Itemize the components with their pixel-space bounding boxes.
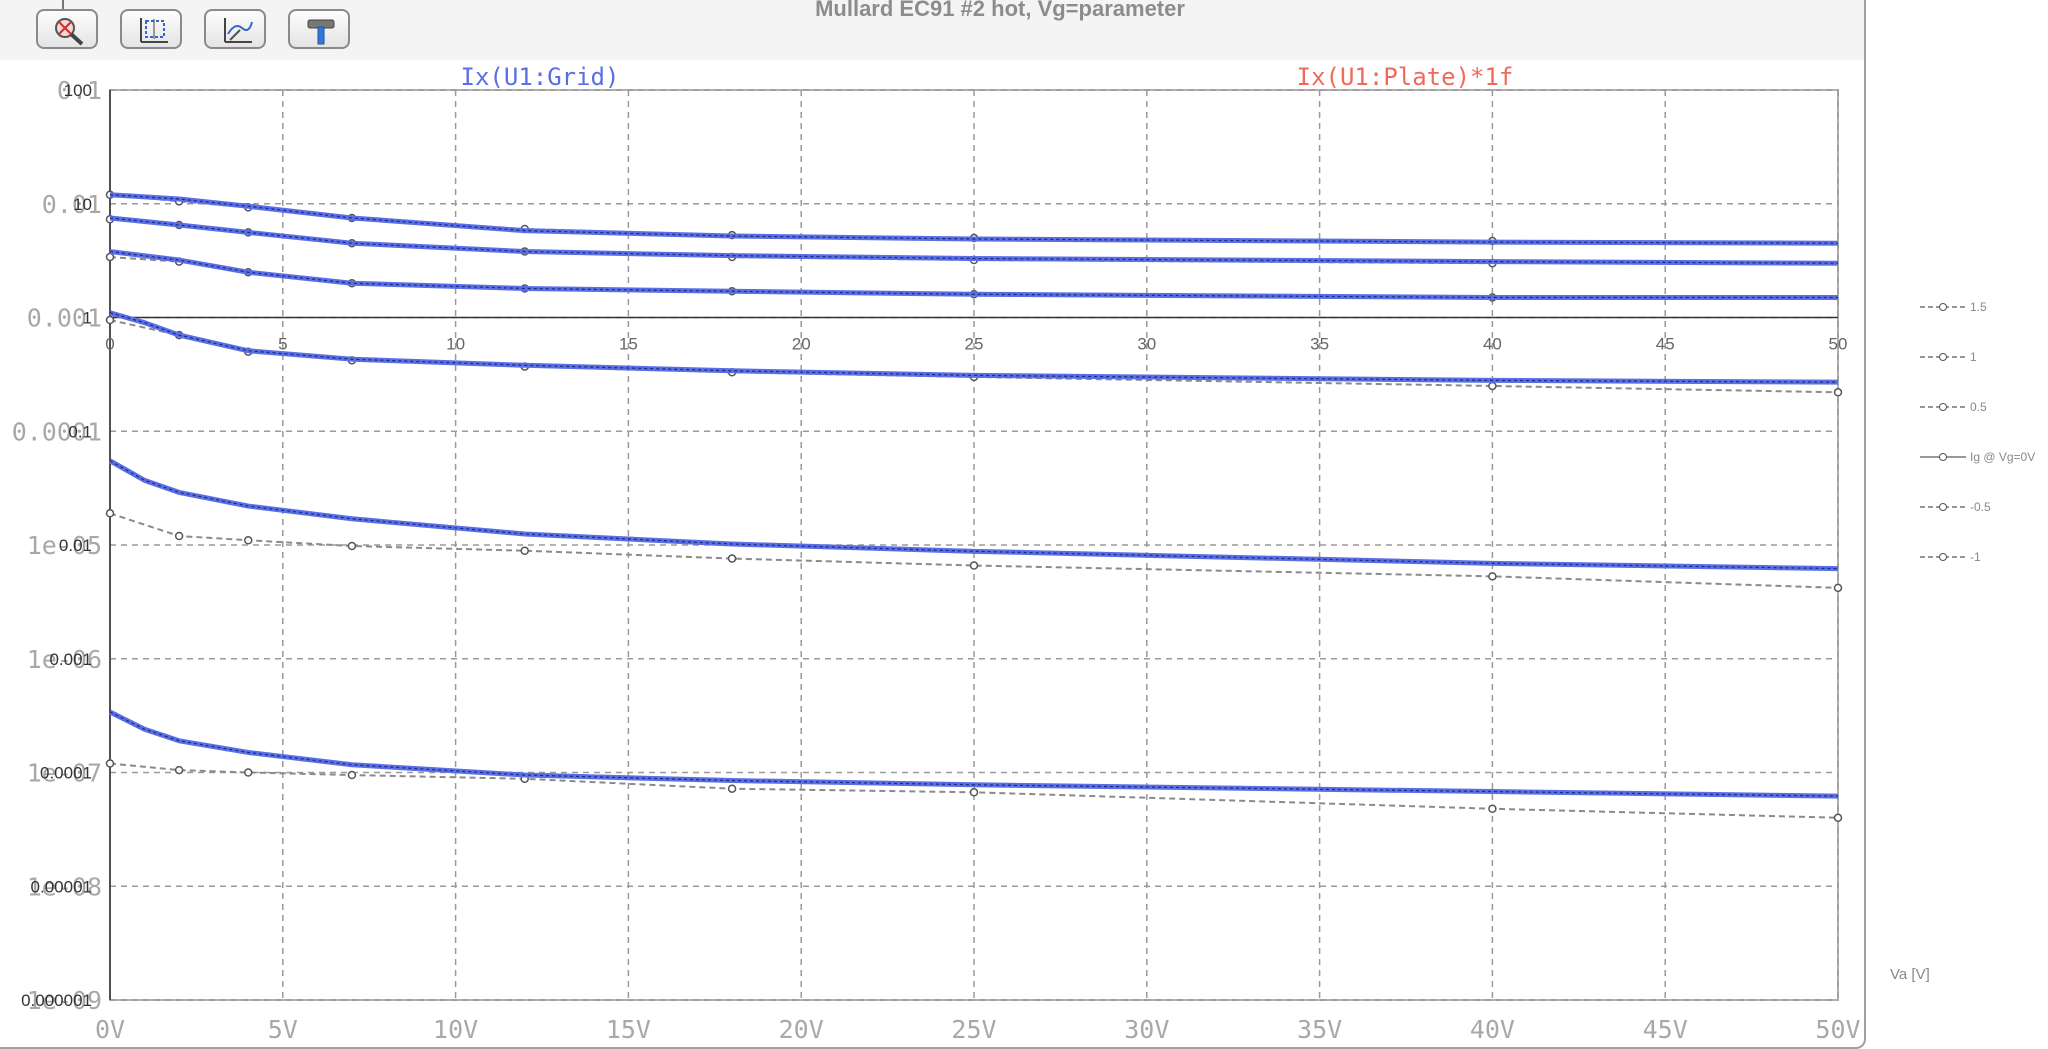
measured-point [243, 536, 253, 545]
y-tick-label-meas: 0.00001 [31, 877, 92, 896]
x-tick-label-sim: 15V [606, 1015, 651, 1044]
measured-point [727, 554, 737, 563]
y-tick-label-meas: 0.001 [49, 650, 92, 669]
x-tick-label-meas: 35 [1310, 335, 1329, 354]
y-tick-label-sim: 0.01 [42, 190, 102, 219]
measured-point [105, 315, 115, 325]
legend-swatch-icon [1920, 553, 1966, 561]
x-tick-label-meas: 5 [278, 335, 287, 354]
x-tick-label-meas: 15 [619, 335, 638, 354]
legend-label: 1 [1970, 350, 1977, 364]
y-tick-label-meas: 1 [83, 309, 92, 328]
x-tick-label-meas: 20 [792, 335, 811, 354]
measured-point [520, 546, 529, 556]
legend-swatch-icon [1920, 453, 1966, 461]
measured-point [969, 561, 979, 570]
y-tick-label-meas: 10 [73, 195, 92, 214]
measured-point [105, 252, 115, 262]
x-tick-label-meas: 45 [1656, 335, 1675, 354]
trace-label: Ix(U1:Plate)*1f [1297, 63, 1514, 91]
y-tick-label-meas: 100 [64, 81, 92, 100]
measured-point [174, 531, 184, 541]
legend-label: -0.5 [1970, 500, 1991, 514]
x-tick-label-meas: 30 [1137, 335, 1156, 354]
x-tick-label-sim: 35V [1297, 1015, 1342, 1044]
legend-label: Ig @ Vg=0V [1970, 450, 2036, 464]
measured-x-axis-label: Va [V] [1890, 966, 1930, 983]
measured-point [174, 765, 184, 775]
legend-swatch-icon [1920, 353, 1966, 361]
x-tick-label-sim: 20V [779, 1015, 824, 1044]
plot-window: Mullard EC91 #2 hot, Vg=parameter 0.1 0.0… [0, 0, 1866, 1049]
x-tick-label-sim: 5V [268, 1015, 298, 1044]
measured-point [243, 768, 253, 777]
measured-point [1833, 388, 1843, 397]
measured-point [969, 788, 979, 797]
measured-point [1833, 813, 1843, 823]
legend-swatch-icon [1920, 303, 1966, 311]
x-tick-label-meas: 25 [965, 335, 984, 354]
measured-point [1488, 572, 1497, 581]
y-tick-label-meas: 0.1 [68, 422, 92, 441]
measured-point [1488, 804, 1497, 814]
measured-point [347, 541, 357, 551]
x-tick-label-meas: 50 [1829, 335, 1848, 354]
legend-label: 0.5 [1970, 400, 1987, 414]
measured-point [1488, 381, 1497, 391]
x-tick-label-meas: 40 [1483, 335, 1502, 354]
y-tick-label-meas: 0.01 [59, 536, 92, 555]
x-tick-label-sim: 25V [951, 1015, 996, 1044]
measured-point [347, 770, 357, 780]
measured-point [105, 509, 115, 518]
x-tick-label-meas: 10 [446, 335, 465, 354]
x-tick-label-meas: 0 [105, 335, 114, 354]
measured-point [727, 784, 737, 793]
x-tick-label-sim: 30V [1124, 1015, 1169, 1044]
x-tick-label-sim: 45V [1643, 1015, 1688, 1044]
legend-label: 1.5 [1970, 300, 1987, 314]
x-tick-label-sim: 0V [95, 1015, 125, 1044]
legend-swatch-icon [1920, 503, 1966, 511]
legend-label: -1 [1970, 550, 1981, 564]
measured-point [105, 759, 115, 768]
x-tick-label-sim: 50V [1815, 1015, 1860, 1044]
y-tick-label-meas: 0.000001 [21, 991, 92, 1010]
x-tick-label-sim: 40V [1470, 1015, 1515, 1044]
measured-point [1833, 583, 1843, 593]
trace-label: Ix(U1:Grid) [461, 63, 620, 91]
x-tick-label-sim: 10V [433, 1015, 478, 1044]
y-tick-label-meas: 0.0001 [40, 764, 92, 783]
plot-area[interactable]: 0.10.010.0010.00011e-051e-061e-071e-081e… [0, 0, 1864, 1047]
legend-swatch-icon [1920, 403, 1966, 411]
